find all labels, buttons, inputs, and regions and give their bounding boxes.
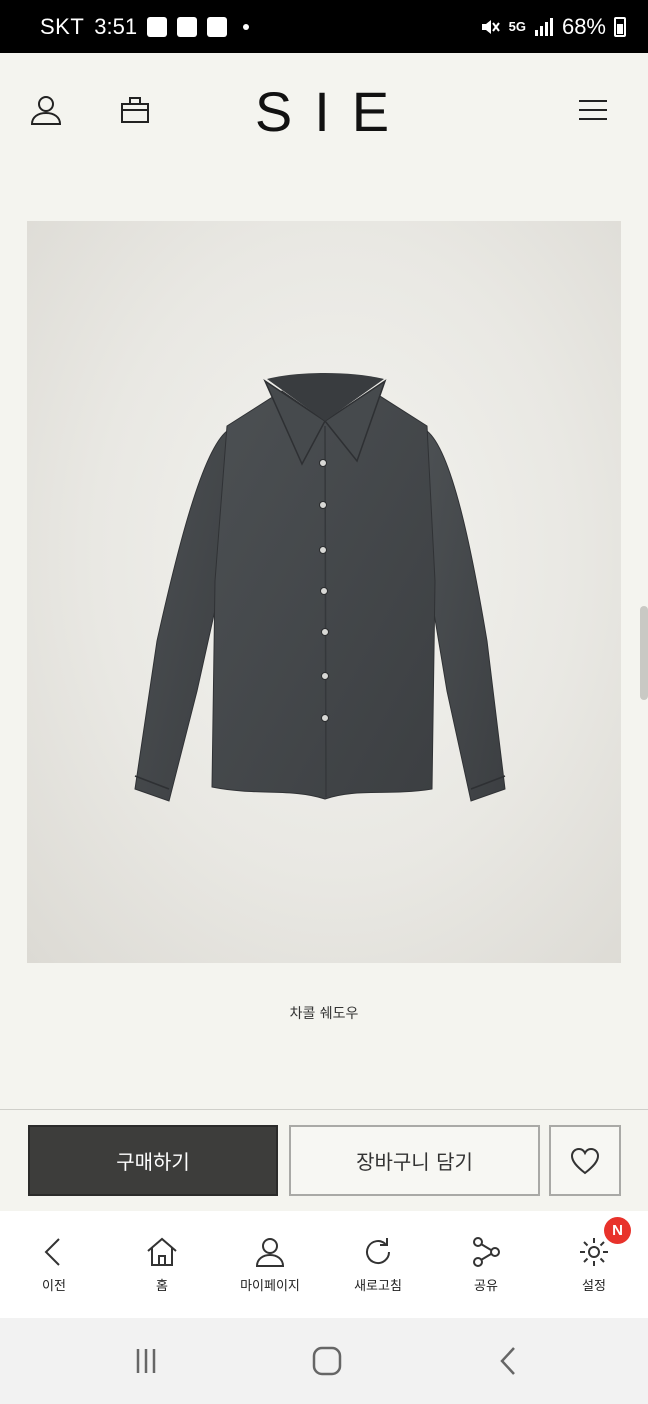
divider	[0, 1109, 648, 1110]
shopping-bag-icon[interactable]	[118, 93, 152, 127]
back-icon[interactable]	[489, 1344, 529, 1378]
gear-icon	[577, 1235, 611, 1269]
toolbar-label: 공유	[474, 1279, 498, 1294]
product-image[interactable]	[27, 221, 621, 963]
toolbar-settings[interactable]: N 설정	[540, 1211, 648, 1318]
toolbar-back[interactable]: 이전	[0, 1211, 108, 1318]
heart-icon	[570, 1147, 600, 1174]
chevron-left-icon	[37, 1235, 71, 1269]
browser-toolbar: 이전 홈 마이페이지 새로고침 공유 N 설정	[0, 1211, 648, 1318]
refresh-icon	[361, 1235, 395, 1269]
shirt-illustration	[134, 373, 506, 802]
network-label: 5G	[508, 19, 526, 34]
home-button-icon[interactable]	[307, 1344, 347, 1378]
menu-icon[interactable]	[576, 93, 610, 127]
signal-icon	[534, 17, 553, 36]
scrollbar[interactable]	[640, 606, 648, 700]
person-icon	[253, 1235, 287, 1269]
toolbar-home[interactable]: 홈	[108, 1211, 216, 1318]
home-icon	[145, 1235, 179, 1269]
toolbar-label: 새로고침	[354, 1279, 402, 1294]
notification-icon	[147, 16, 168, 37]
brand-logo[interactable]: SIE	[0, 79, 648, 144]
site-header: SIE	[0, 53, 648, 171]
clock: 3:51	[94, 13, 138, 39]
toolbar-label: 이전	[42, 1279, 66, 1294]
add-to-cart-button[interactable]: 장바구니 담기	[289, 1125, 540, 1196]
carrier-label: SKT	[40, 13, 85, 39]
more-notifications-icon	[243, 23, 250, 30]
toolbar-refresh[interactable]: 새로고침	[324, 1211, 432, 1318]
system-nav-bar	[0, 1318, 648, 1404]
battery-icon	[614, 16, 626, 37]
toolbar-label: 홈	[156, 1279, 168, 1294]
share-icon	[469, 1235, 503, 1269]
buy-button[interactable]: 구매하기	[28, 1125, 278, 1196]
battery-percent: 68%	[561, 13, 606, 39]
product-title: 차콜 쉐도우	[289, 1006, 359, 1022]
mute-icon	[481, 19, 500, 34]
status-bar: SKT 3:51 5G 68%	[0, 0, 648, 53]
recent-apps-icon[interactable]	[126, 1344, 166, 1378]
pay-icon	[207, 16, 228, 37]
wishlist-button[interactable]	[549, 1125, 621, 1196]
toolbar-label: 마이페이지	[240, 1279, 300, 1294]
gallery-icon	[177, 16, 198, 37]
account-icon[interactable]	[29, 93, 63, 127]
toolbar-label: 설정	[582, 1279, 606, 1294]
toolbar-mypage[interactable]: 마이페이지	[216, 1211, 324, 1318]
toolbar-share[interactable]: 공유	[432, 1211, 540, 1318]
notification-badge: N	[604, 1217, 631, 1244]
